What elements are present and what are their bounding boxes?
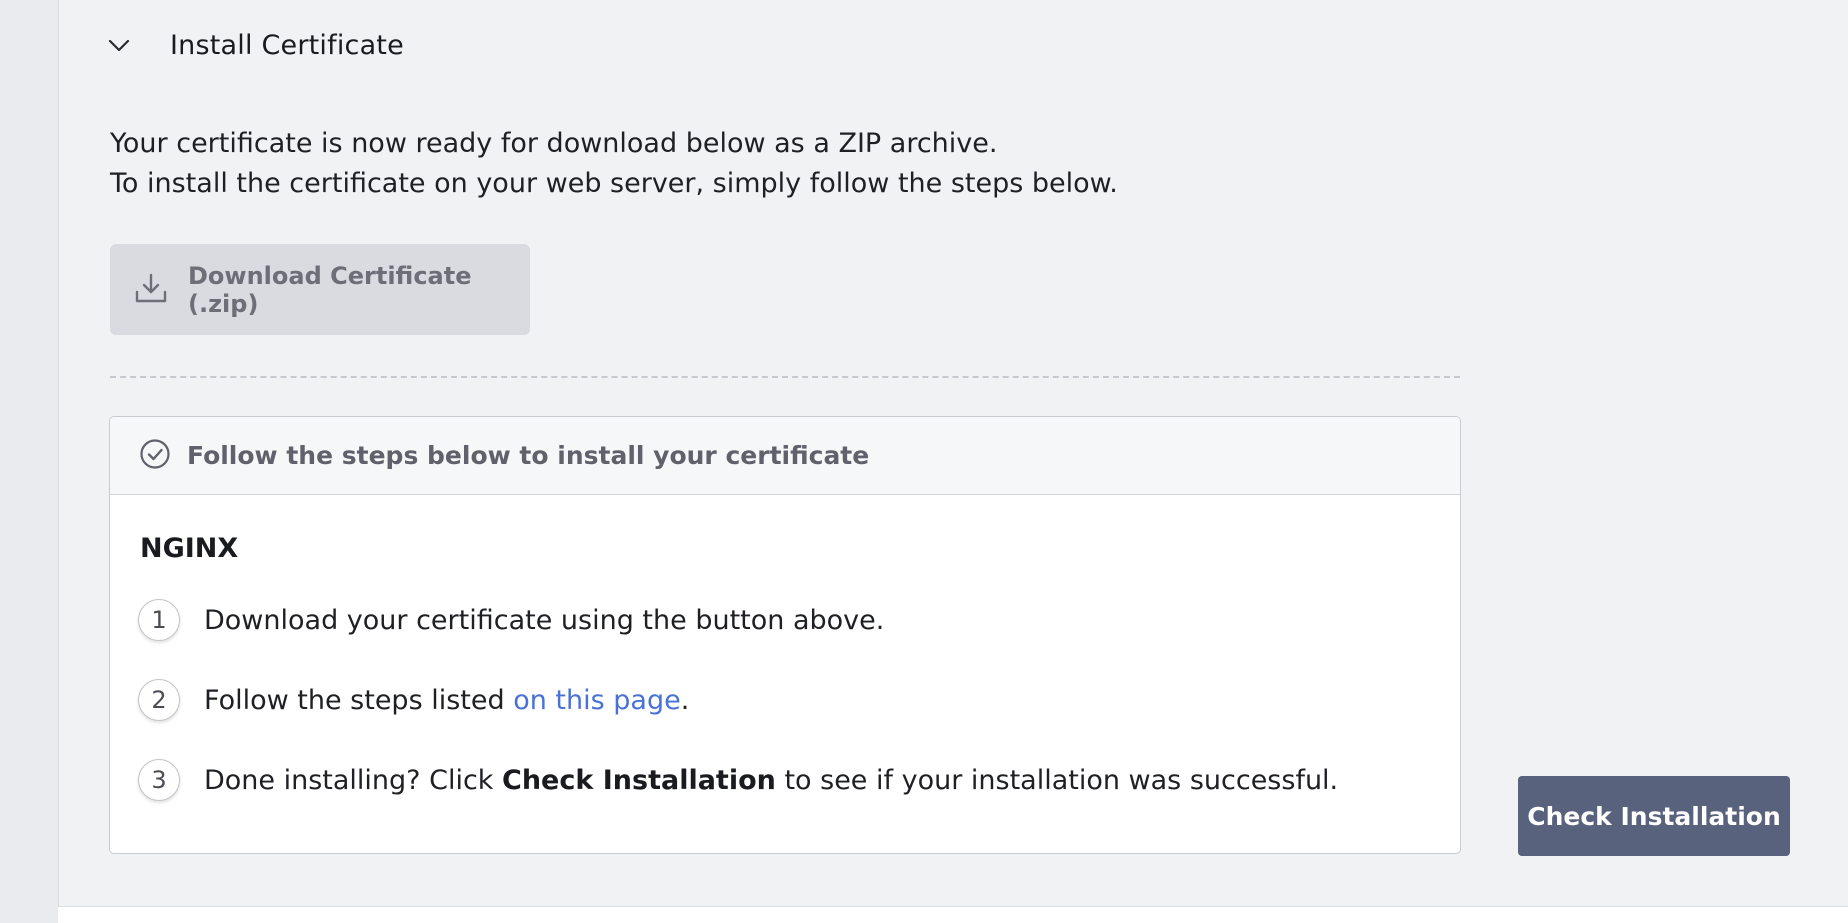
steps-card-header: Follow the steps below to install your c…	[110, 417, 1460, 495]
step-text-suffix: .	[680, 684, 690, 716]
check-circle-icon	[139, 438, 171, 474]
download-certificate-button[interactable]: Download Certificate (.zip)	[110, 244, 530, 335]
step-number: 1	[138, 599, 180, 641]
step-text-emphasis: Check Installation	[502, 764, 776, 796]
step-item: 1 Download your certificate using the bu…	[138, 599, 884, 641]
steps-card-title: Follow the steps below to install your c…	[187, 441, 870, 470]
next-section-edge	[58, 906, 1848, 923]
download-icon	[134, 272, 168, 308]
step-number: 2	[138, 679, 180, 721]
step-number: 3	[138, 759, 180, 801]
step-item: 2 Follow the steps listed on this page.	[138, 679, 689, 721]
check-installation-button[interactable]: Check Installation	[1518, 776, 1790, 856]
dashed-divider	[110, 376, 1460, 378]
section-title: Install Certificate	[170, 30, 404, 61]
chevron-down-icon[interactable]	[107, 34, 131, 58]
step-item: 3 Done installing? Click Check Installat…	[138, 759, 1338, 801]
step-text-prefix: Done installing? Click	[204, 764, 503, 796]
intro-line-2: To install the certificate on your web s…	[110, 168, 1118, 199]
download-button-label: Download Certificate (.zip)	[188, 261, 472, 318]
intro-text: Your certificate is now ready for downlo…	[110, 124, 1118, 204]
install-steps-card: Follow the steps below to install your c…	[109, 416, 1461, 854]
step-text-suffix: to see if your installation was successf…	[775, 764, 1339, 796]
step-text: Done installing? Click Check Installatio…	[204, 765, 1338, 796]
step-text: Download your certificate using the butt…	[204, 604, 885, 636]
step-text-prefix: Follow the steps listed	[204, 684, 514, 716]
step-text: Follow the steps listed on this page.	[204, 685, 689, 716]
section-header: Install Certificate	[107, 30, 404, 61]
intro-line-1: Your certificate is now ready for downlo…	[110, 128, 998, 159]
instructions-link[interactable]: on this page	[513, 685, 681, 716]
platform-title: NGINX	[140, 533, 239, 564]
